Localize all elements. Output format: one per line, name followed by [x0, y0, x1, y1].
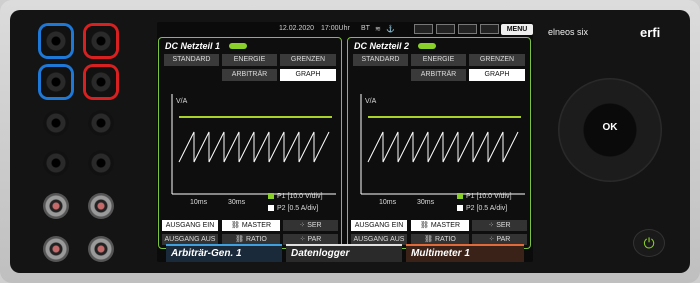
layout-split-h-icon[interactable]: [436, 24, 455, 34]
master-button[interactable]: ⛓ MASTER: [411, 220, 469, 231]
ser-button[interactable]: ⁘ SER: [472, 220, 527, 231]
tab-arbitraer[interactable]: ARBITRÄR: [411, 69, 466, 81]
x-tick-label: 10ms: [190, 199, 208, 206]
panel-dc-2: DC Netzteil 2 STANDARD ENERGIE GRENZEN A…: [347, 37, 531, 249]
tab-arbitraer[interactable]: ARBITRÄR: [222, 69, 277, 81]
tab-graph[interactable]: GRAPH: [469, 69, 525, 81]
model-label: elneos six: [548, 27, 589, 37]
ser-button[interactable]: ⁘ SER: [283, 220, 338, 231]
jack-red-1[interactable]: [86, 26, 116, 56]
usb-icon: ⚓: [386, 26, 395, 33]
bnc-connector-3[interactable]: [43, 236, 69, 262]
ausgang-ein-button[interactable]: AUSGANG EIN: [162, 220, 218, 231]
bluetooth-label: BT: [361, 25, 370, 32]
output-indicator: [229, 43, 247, 49]
menu-button[interactable]: MENU: [501, 24, 533, 35]
x-tick-label: 10ms: [379, 199, 397, 206]
status-bar: 12.02.2020 17:00Uhr BT ≋ ⚓ MENU: [157, 22, 533, 37]
panel-title: DC Netzteil 1: [165, 41, 221, 51]
link-icon: ⛓: [419, 222, 431, 229]
y-axis-label: V/A: [176, 98, 188, 105]
layout-single-icon[interactable]: [414, 24, 433, 34]
tab-standard[interactable]: STANDARD: [164, 54, 219, 66]
jack-6[interactable]: [88, 150, 114, 176]
power-icon[interactable]: ⏻: [633, 229, 665, 257]
jack-red-2[interactable]: [86, 67, 116, 97]
tab-grenzen[interactable]: GRENZEN: [280, 54, 336, 66]
jack-blue-2[interactable]: [41, 67, 71, 97]
layout-grid-icon[interactable]: [480, 24, 499, 34]
link-icon: ⛓: [235, 236, 246, 243]
tab-graph[interactable]: GRAPH: [280, 69, 336, 81]
jack-5[interactable]: [43, 150, 69, 176]
legend-p2: P2 [0.5 A/div]: [268, 205, 318, 212]
status-date: 12.02.2020: [279, 25, 315, 32]
legend-p2: P2 [0.5 A/div]: [457, 205, 507, 212]
x-tick-label: 30ms: [417, 199, 435, 206]
master-button[interactable]: ⛓ MASTER: [222, 220, 280, 231]
jack-3[interactable]: [43, 110, 69, 136]
tab-arbitraer-gen[interactable]: Arbiträr-Gen. 1: [166, 244, 282, 262]
bnc-connector-2[interactable]: [88, 193, 114, 219]
ausgang-ein-button[interactable]: AUSGANG EIN: [351, 220, 407, 231]
brand-logo: erfi: [640, 25, 661, 40]
tab-multimeter[interactable]: Multimeter 1: [406, 244, 524, 262]
panel-dc-1: DC Netzteil 1 STANDARD ENERGIE GRENZEN A…: [158, 37, 342, 249]
tab-grenzen[interactable]: GRENZEN: [469, 54, 525, 66]
wifi-icon: ≋: [375, 26, 381, 33]
tab-energie[interactable]: ENERGIE: [222, 54, 277, 66]
y-axis-label: V/A: [365, 98, 377, 105]
tab-energie[interactable]: ENERGIE: [411, 54, 466, 66]
graph-plot: V/A 10ms 30ms: [171, 94, 336, 206]
output-indicator: [418, 43, 436, 49]
status-time: 17:00Uhr: [321, 25, 350, 32]
legend-p1: P1 [10.0 V/div]: [457, 193, 512, 200]
tab-datenlogger[interactable]: Datenlogger: [286, 244, 402, 262]
jack-blue-1[interactable]: [41, 26, 71, 56]
graph-plot: V/A 10ms 30ms: [360, 94, 525, 206]
layout-split-v-icon[interactable]: [458, 24, 477, 34]
jack-4[interactable]: [88, 110, 114, 136]
ok-button[interactable]: OK: [558, 122, 662, 133]
link-icon: ⛓: [424, 236, 435, 243]
x-tick-label: 30ms: [228, 199, 246, 206]
bnc-connector-4[interactable]: [88, 236, 114, 262]
legend-p1: P1 [10.0 V/div]: [268, 193, 323, 200]
link-icon: ⛓: [230, 222, 242, 229]
display-screen: 12.02.2020 17:00Uhr BT ≋ ⚓ MENU DC Netzt…: [157, 22, 533, 262]
bnc-connector-1[interactable]: [43, 193, 69, 219]
panel-title: DC Netzteil 2: [354, 41, 410, 51]
tab-standard[interactable]: STANDARD: [353, 54, 408, 66]
